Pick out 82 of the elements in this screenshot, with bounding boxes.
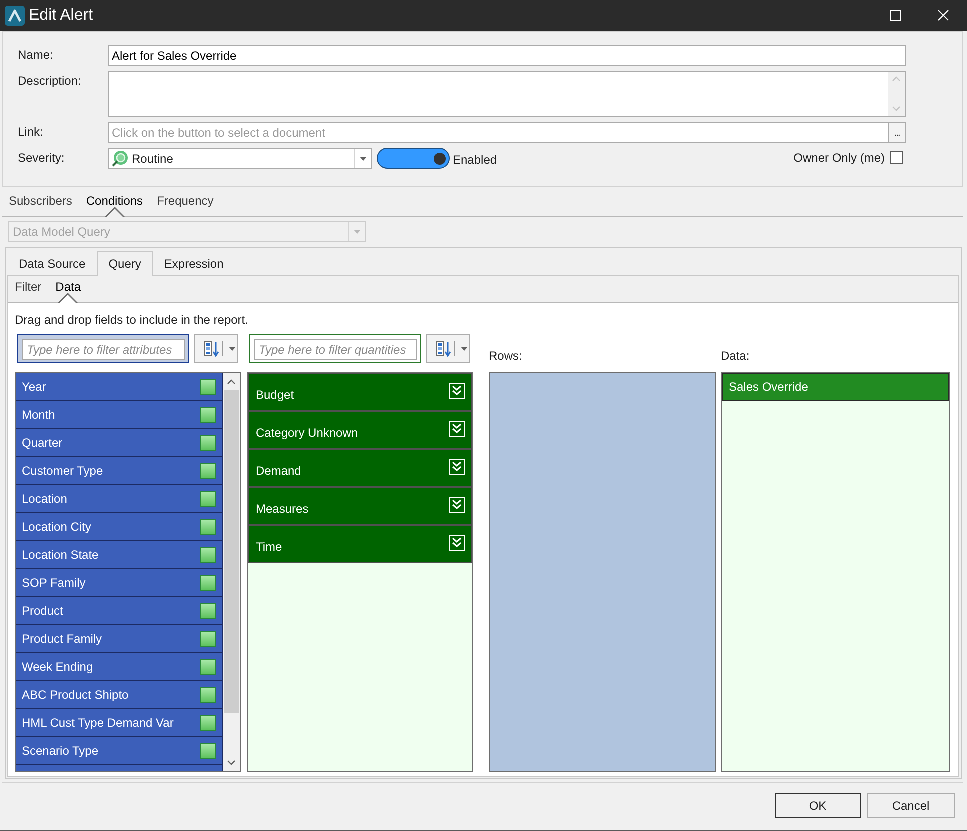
attribute-item[interactable]: HML Cust Type Demand Var xyxy=(16,709,223,737)
magnifier-icon xyxy=(112,150,128,166)
square-icon xyxy=(200,434,216,450)
rows-label: Rows: xyxy=(489,349,522,363)
square-icon xyxy=(200,686,216,702)
window-title: Edit Alert xyxy=(29,6,94,24)
tab[interactable]: Filter xyxy=(8,276,49,303)
double-chevron-down-icon[interactable] xyxy=(449,535,465,551)
scrollbar-thumb[interactable] xyxy=(224,390,239,713)
quantity-item[interactable]: Category Unknown xyxy=(248,411,472,449)
attribute-item[interactable]: Scenario Type xyxy=(16,737,223,765)
attribute-item[interactable]: Location State xyxy=(16,541,223,569)
severity-label: Severity: xyxy=(18,150,66,167)
app-logo-icon xyxy=(5,6,25,26)
cancel-button[interactable]: Cancel xyxy=(867,793,955,818)
square-icon xyxy=(200,602,216,618)
square-icon xyxy=(200,378,216,394)
chevron-up-icon[interactable] xyxy=(227,378,236,384)
link-field[interactable]: Click on the button to select a document xyxy=(108,122,890,143)
attribute-item[interactable]: ABC Product Shipto xyxy=(16,681,223,709)
description-field[interactable] xyxy=(108,71,906,117)
data-field-item[interactable]: Sales Override xyxy=(722,373,949,401)
instruction-text: Drag and drop fields to include in the report. xyxy=(15,313,248,327)
square-icon xyxy=(200,574,216,590)
ok-button[interactable]: OK xyxy=(775,793,861,818)
sort-icon xyxy=(204,340,219,356)
quantity-item[interactable]: Measures xyxy=(248,487,472,525)
attribute-item[interactable]: SOP Family xyxy=(16,569,223,597)
enabled-label: Enabled xyxy=(453,152,498,167)
enabled-toggle[interactable] xyxy=(377,148,450,169)
owner-only-label: Owner Only (me) xyxy=(794,150,885,166)
severity-dropdown[interactable]: Routine xyxy=(108,148,372,169)
tab[interactable]: Data xyxy=(48,276,88,303)
quantity-filter-field[interactable]: Type here to filter quantities xyxy=(254,339,417,360)
tab[interactable]: Conditions xyxy=(79,187,150,217)
sort-icon xyxy=(436,340,451,356)
attribute-item[interactable]: Customer Type xyxy=(16,457,223,485)
quantity-item[interactable]: Time xyxy=(248,525,472,563)
caret-icon xyxy=(229,346,236,350)
double-chevron-down-icon[interactable] xyxy=(449,459,465,475)
double-chevron-down-icon[interactable] xyxy=(449,421,465,437)
close-icon xyxy=(938,10,948,21)
attribute-item[interactable]: Product Family xyxy=(16,625,223,653)
square-icon xyxy=(200,742,216,758)
caret-icon xyxy=(360,156,366,160)
tab[interactable]: Frequency xyxy=(150,187,221,217)
attribute-item[interactable]: Location xyxy=(16,485,223,513)
double-chevron-down-icon[interactable] xyxy=(449,497,465,513)
sort-button[interactable] xyxy=(426,334,470,363)
attribute-item[interactable]: Week Ending xyxy=(16,653,223,681)
attribute-item[interactable]: Year xyxy=(16,373,223,401)
tab[interactable]: Query xyxy=(96,251,154,276)
data-label: Data: xyxy=(721,349,750,363)
owner-only-checkbox[interactable] xyxy=(890,151,903,164)
double-chevron-down-icon[interactable] xyxy=(449,383,465,399)
maximize-icon xyxy=(890,10,900,21)
square-icon xyxy=(200,406,216,422)
square-icon xyxy=(200,630,216,646)
attribute-item[interactable]: Quarter xyxy=(16,429,223,457)
sort-button[interactable] xyxy=(194,334,238,363)
name-field[interactable]: Alert for Sales Override xyxy=(108,45,906,66)
caret-icon xyxy=(461,346,468,350)
link-label: Link: xyxy=(18,124,44,141)
data-drop-zone[interactable]: Sales Override xyxy=(721,372,950,772)
caret-icon xyxy=(354,230,360,234)
attribute-item[interactable]: Location City xyxy=(16,513,223,541)
attribute-item[interactable]: Month xyxy=(16,401,223,429)
description-label: Description: xyxy=(18,73,82,90)
square-icon xyxy=(200,518,216,534)
tab[interactable]: Subscribers xyxy=(2,187,80,217)
square-icon xyxy=(200,714,216,730)
square-icon xyxy=(200,546,216,562)
name-label: Name: xyxy=(18,47,54,64)
browse-button[interactable]: ... xyxy=(889,122,906,143)
chevron-down-icon[interactable] xyxy=(227,760,236,766)
square-icon xyxy=(200,462,216,478)
square-icon xyxy=(200,490,216,506)
quantity-item[interactable]: Demand xyxy=(248,449,472,487)
quantity-item[interactable]: Budget xyxy=(248,373,472,411)
attribute-item[interactable]: Product xyxy=(16,597,223,625)
square-icon xyxy=(200,658,216,674)
attribute-filter-field[interactable]: Type here to filter attributes xyxy=(22,339,185,360)
